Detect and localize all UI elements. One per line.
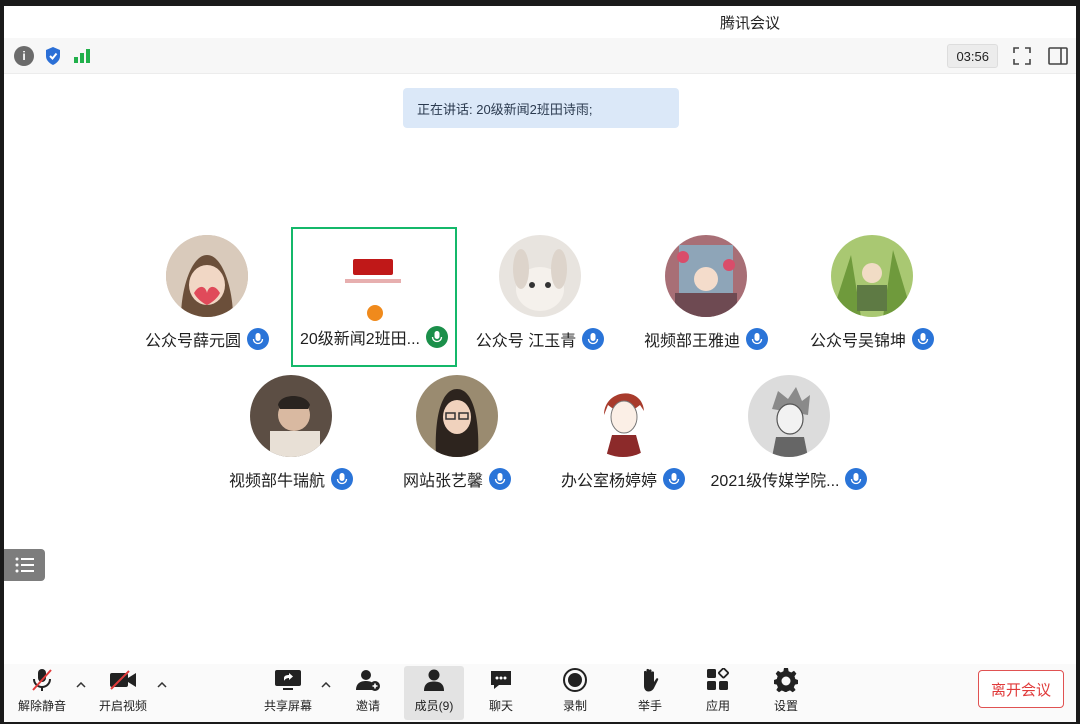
participant-name-row: 视频部牛瑞航 [209,467,373,491]
participant-name: 20级新闻2班田... [299,331,421,348]
info-icon[interactable]: i [14,45,34,66]
mic-icon [247,328,269,350]
meeting-window: 腾讯会议 i 03:56 正在讲话: 20级新闻2班田诗雨; 公众号薛元圆 20… [4,6,1076,722]
chat-label: 聊天 [488,699,513,713]
avatar [748,375,830,457]
sidebar-toggle-icon[interactable] [1046,44,1070,68]
gear-icon [772,667,800,693]
profile-logo-image [353,259,393,275]
unmute-label: 解除静音 [17,699,66,713]
participant-tile[interactable]: 公众号薛元圆 [125,235,289,375]
host-badge-icon [367,305,383,321]
avatar [416,375,498,457]
participant-name-row: 公众号薛元圆 [125,327,289,351]
invite-label: 邀请 [355,699,380,713]
participant-name-row: 办公室杨婷婷 [541,467,705,491]
participant-tile-speaking[interactable]: 20级新闻2班田... [291,227,457,367]
participant-name-row: 2021级传媒学院... [707,467,871,491]
hand-icon [636,667,664,693]
members-button[interactable]: 成员(9) [404,666,464,720]
mic-icon [845,468,868,490]
start-video-button[interactable]: 开启视频 [93,666,153,720]
share-screen-label: 共享屏幕 [263,699,312,713]
shield-icon[interactable] [43,46,63,66]
participant-name: 公众号 江玉青 [475,333,577,350]
audio-options-chevron-icon[interactable] [74,678,88,692]
participant-tile[interactable]: 网站张艺馨 [375,375,539,515]
participant-name-row: 视频部王雅迪 [624,327,788,351]
avatar [250,375,332,457]
active-speaker-text: 正在讲话: 20级新闻2班田诗雨; [417,101,593,117]
participant-name-row: 网站张艺馨 [375,467,539,491]
share-options-chevron-icon[interactable] [319,678,333,692]
mic-icon [331,468,353,490]
chat-icon [487,667,515,693]
info-bar: i 03:56 [4,38,1076,74]
mic-icon [582,328,605,350]
raise-hand-label: 举手 [637,699,662,713]
participant-tile[interactable]: 视频部王雅迪 [624,235,788,375]
leave-meeting-label: 离开会议 [990,681,1051,699]
window-title: 腾讯会议 [719,14,780,32]
participant-name: 视频部王雅迪 [643,333,740,350]
mic-icon [912,328,934,350]
avatar [665,235,747,317]
participant-name: 网站张艺馨 [402,473,483,490]
fullscreen-icon[interactable] [1010,44,1034,68]
record-button[interactable]: 录制 [545,666,605,720]
unmute-button[interactable]: 解除静音 [12,666,72,720]
start-video-label: 开启视频 [98,699,147,713]
logo-caption [345,279,401,283]
meeting-timer: 03:56 [947,44,998,68]
chat-button[interactable]: 聊天 [471,666,531,720]
video-off-icon [109,667,137,693]
mic-icon [489,468,511,490]
members-icon [420,667,448,693]
participant-tile[interactable]: 视频部牛瑞航 [209,375,373,515]
mic-icon [663,468,685,490]
record-label: 录制 [562,699,587,713]
active-speaker-banner: 正在讲话: 20级新闻2班田诗雨; [403,88,679,128]
raise-hand-button[interactable]: 举手 [620,666,680,720]
participant-tile[interactable]: 公众号 江玉青 [458,235,622,375]
participant-tile[interactable]: 2021级传媒学院... [707,375,871,515]
participant-name: 办公室杨婷婷 [560,473,657,490]
title-bar: 腾讯会议 [4,6,1076,38]
share-screen-icon [274,667,302,693]
mic-active-icon [426,326,449,348]
add-user-icon [354,667,382,693]
participant-tile[interactable]: 公众号吴锦坤 [790,235,954,375]
avatar [831,235,913,317]
participant-name: 公众号吴锦坤 [809,333,906,350]
invite-button[interactable]: 邀请 [338,666,398,720]
avatar [166,235,248,317]
avatar [499,235,581,317]
leave-meeting-button[interactable]: 离开会议 [978,670,1064,708]
signal-icon[interactable] [72,46,92,66]
mic-icon [746,328,768,350]
share-screen-button[interactable]: 共享屏幕 [258,666,318,720]
settings-button[interactable]: 设置 [756,666,816,720]
participant-name: 2021级传媒学院... [710,473,840,490]
apps-label: 应用 [705,699,730,713]
participant-name-row: 20级新闻2班田... [293,325,455,349]
apps-button[interactable]: 应用 [688,666,748,720]
list-view-button[interactable] [4,549,45,581]
bottom-toolbar: 解除静音 开启视频 共享屏幕 邀请 成员(9) 聊天 录制 举手 应用 设置 离… [4,664,1076,722]
participant-name-row: 公众号吴锦坤 [790,327,954,351]
apps-icon [704,667,732,693]
members-label: 成员(9) [414,699,454,713]
settings-label: 设置 [773,699,798,713]
list-icon [15,557,34,573]
participant-tile[interactable]: 办公室杨婷婷 [541,375,705,515]
mic-muted-icon [28,667,56,693]
participant-name-row: 公众号 江玉青 [458,327,622,351]
record-icon [561,667,589,693]
video-options-chevron-icon[interactable] [155,678,169,692]
participant-name: 公众号薛元圆 [144,333,241,350]
participant-name: 视频部牛瑞航 [228,473,325,490]
avatar [582,375,664,457]
